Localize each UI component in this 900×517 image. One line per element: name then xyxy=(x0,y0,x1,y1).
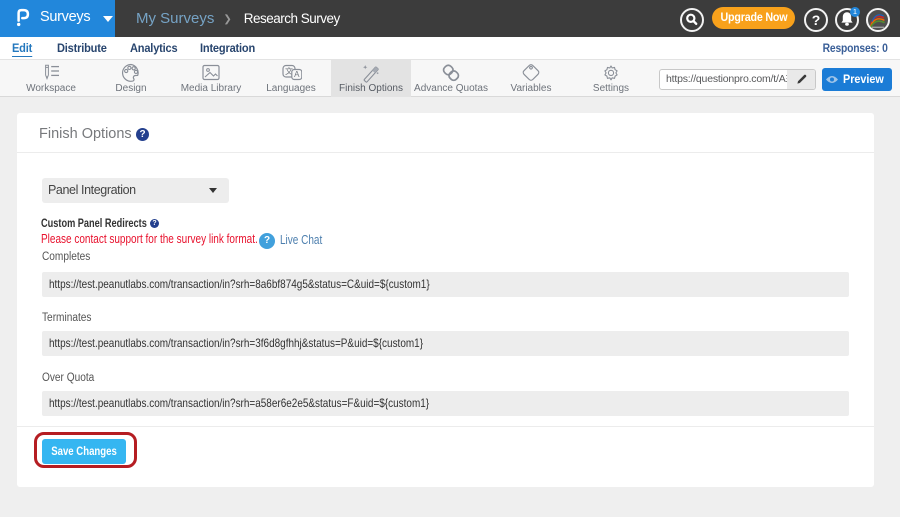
svg-text:A: A xyxy=(294,70,300,79)
